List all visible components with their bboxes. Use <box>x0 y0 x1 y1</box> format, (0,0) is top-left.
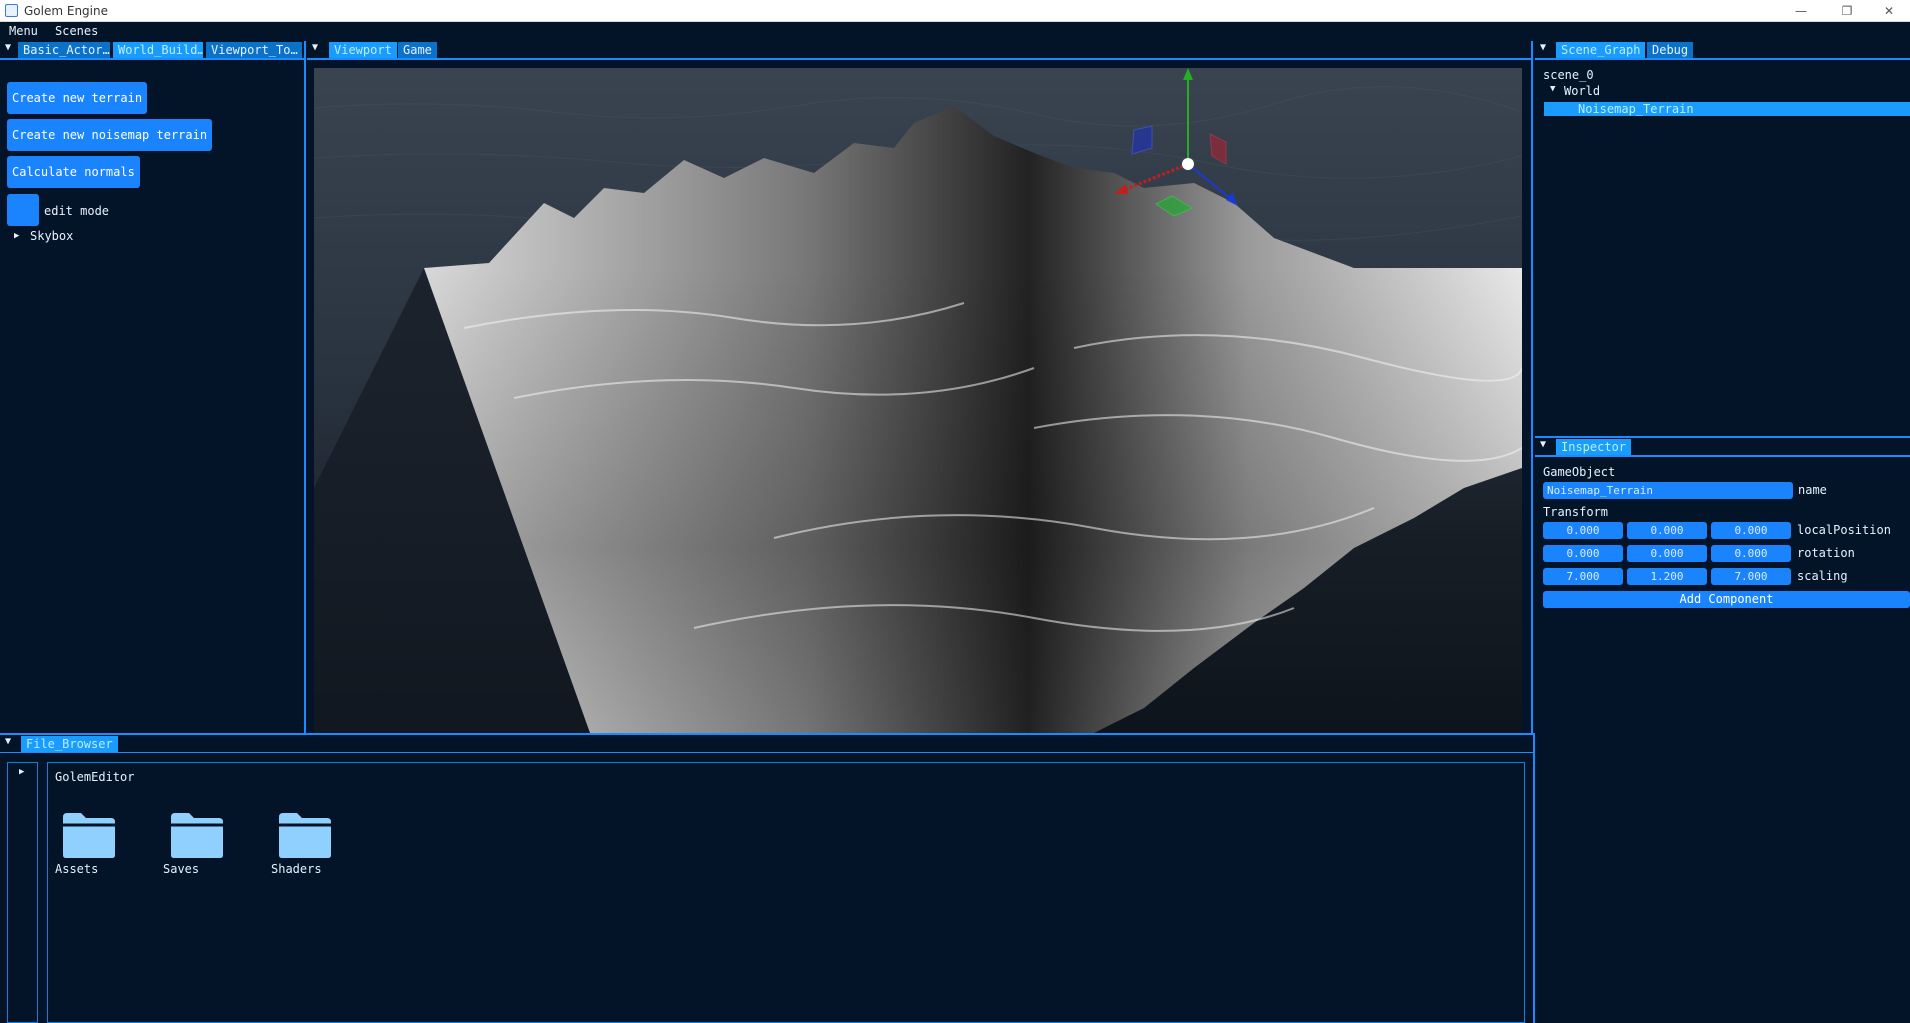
viewport-right-divider <box>1531 41 1533 733</box>
edit-mode-label: edit mode <box>44 204 110 218</box>
name-label: name <box>1798 483 1827 497</box>
noisemap-terrain-node: Noisemap_Terrain <box>1578 102 1694 116</box>
edit-mode-checkbox[interactable] <box>7 194 39 226</box>
shaders-folder-icon[interactable] <box>277 811 333 859</box>
collapse-arrow-icon[interactable]: ▼ <box>5 42 11 53</box>
scene-graph-panel: ▼ Scene_Graph Debug scene_0 ▼ World Nois… <box>1535 41 1910 436</box>
collapse-arrow-icon[interactable]: ▼ <box>1540 439 1546 450</box>
local-position-z-field[interactable]: 0.000 <box>1711 522 1791 539</box>
add-component-button[interactable]: Add Component <box>1543 591 1910 608</box>
tab-underline <box>1535 455 1910 457</box>
tab-viewport[interactable]: Viewport <box>329 42 397 58</box>
shaders-folder-label[interactable]: Shaders <box>271 862 322 876</box>
selected-tree-node[interactable]: Noisemap_Terrain <box>1544 102 1910 116</box>
skybox-tree-node[interactable]: Skybox <box>30 229 73 243</box>
tab-inspector[interactable]: Inspector <box>1556 439 1632 455</box>
rotation-y-field[interactable]: 0.000 <box>1627 545 1707 562</box>
file-browser-right-divider <box>1533 733 1535 1023</box>
left-tab-row: ▼ Basic_Actor… World_Build… Viewport_To… <box>0 41 305 58</box>
rotation-x-field[interactable]: 0.000 <box>1543 545 1623 562</box>
tab-underline <box>0 58 305 60</box>
viewport-render[interactable] <box>314 68 1522 733</box>
saves-folder-icon[interactable] <box>169 811 225 859</box>
scaling-y-field[interactable]: 1.200 <box>1627 568 1707 585</box>
scaling-x-field[interactable]: 7.000 <box>1543 568 1623 585</box>
scaling-z-field[interactable]: 7.000 <box>1711 568 1791 585</box>
close-button[interactable]: ✕ <box>1866 0 1910 22</box>
minimize-button[interactable]: — <box>1778 0 1824 22</box>
folder-contents-pane: GolemEditor Assets Saves Shaders <box>47 762 1525 1023</box>
viewport-tab-row: ▼ Viewport Game <box>307 41 1533 58</box>
tab-scene-graph[interactable]: Scene_Graph <box>1556 42 1646 58</box>
tab-game[interactable]: Game <box>398 42 437 58</box>
terrain-shading <box>424 268 1522 733</box>
local-position-y-field[interactable]: 0.000 <box>1627 522 1707 539</box>
inspector-tab-row: ▼ Inspector <box>1535 438 1910 455</box>
rotation-z-field[interactable]: 0.000 <box>1711 545 1791 562</box>
tab-basic-actor[interactable]: Basic_Actor… <box>18 42 110 58</box>
menu-item-menu[interactable]: Menu <box>9 24 38 38</box>
app-icon <box>5 4 18 17</box>
saves-folder-label[interactable]: Saves <box>163 862 199 876</box>
local-position-x-field[interactable]: 0.000 <box>1543 522 1623 539</box>
file-browser-tab-row: ▼ File_Browser <box>0 735 1533 752</box>
transform-header: Transform <box>1543 505 1609 519</box>
tab-underline <box>1535 58 1910 60</box>
left-panel-divider <box>304 41 306 733</box>
skybox-expand-icon[interactable]: ▶ <box>14 231 19 241</box>
calculate-normals-button[interactable]: Calculate normals <box>7 156 140 188</box>
name-input[interactable]: Noisemap_Terrain <box>1543 482 1793 499</box>
menu-bar: Menu Scenes <box>0 22 1910 41</box>
local-position-label: localPosition <box>1797 523 1891 537</box>
tab-underline <box>0 752 1533 753</box>
scene-graph-tab-row: ▼ Scene_Graph Debug <box>1535 41 1910 58</box>
tab-debug[interactable]: Debug <box>1647 42 1694 58</box>
world-expand-icon[interactable]: ▼ <box>1550 84 1555 94</box>
assets-folder-label[interactable]: Assets <box>55 862 98 876</box>
create-terrain-button[interactable]: Create new terrain <box>7 82 148 114</box>
viewport-panel: ▼ Viewport Game <box>307 41 1533 733</box>
assets-folder-icon[interactable] <box>61 811 117 859</box>
restore-button[interactable]: ❐ <box>1824 0 1870 22</box>
world-tree-node[interactable]: World <box>1564 84 1600 98</box>
tree-expand-icon[interactable]: ▶ <box>19 767 24 777</box>
directory-tree-pane: ▶ <box>7 762 38 1023</box>
tab-viewport-tools[interactable]: Viewport_To… <box>206 42 302 58</box>
menu-item-scenes[interactable]: Scenes <box>55 24 98 38</box>
create-noisemap-terrain-button[interactable]: Create new noisemap terrain <box>7 119 213 151</box>
scene-root-node[interactable]: scene_0 <box>1543 68 1594 82</box>
inspector-panel: ▼ Inspector GameObject Noisemap_Terrain … <box>1535 438 1910 1023</box>
file-browser-panel: ▼ File_Browser ▶ GolemEditor Assets Save… <box>0 735 1533 1023</box>
collapse-arrow-icon[interactable]: ▼ <box>1540 42 1546 53</box>
collapse-arrow-icon[interactable]: ▼ <box>5 736 11 747</box>
scaling-label: scaling <box>1797 569 1848 583</box>
gameobject-header: GameObject <box>1543 465 1616 479</box>
tab-file-browser[interactable]: File_Browser <box>21 736 118 752</box>
tab-underline <box>307 58 1533 60</box>
current-folder-label: GolemEditor <box>55 770 135 784</box>
title-bar: Golem Engine — ❐ ✕ <box>0 0 1910 22</box>
collapse-arrow-icon[interactable]: ▼ <box>312 42 318 53</box>
tab-world-builder[interactable]: World_Build… <box>113 42 203 58</box>
world-builder-panel: ▼ Basic_Actor… World_Build… Viewport_To…… <box>0 41 305 733</box>
window-title: Golem Engine <box>24 4 108 18</box>
rotation-label: rotation <box>1797 546 1855 560</box>
